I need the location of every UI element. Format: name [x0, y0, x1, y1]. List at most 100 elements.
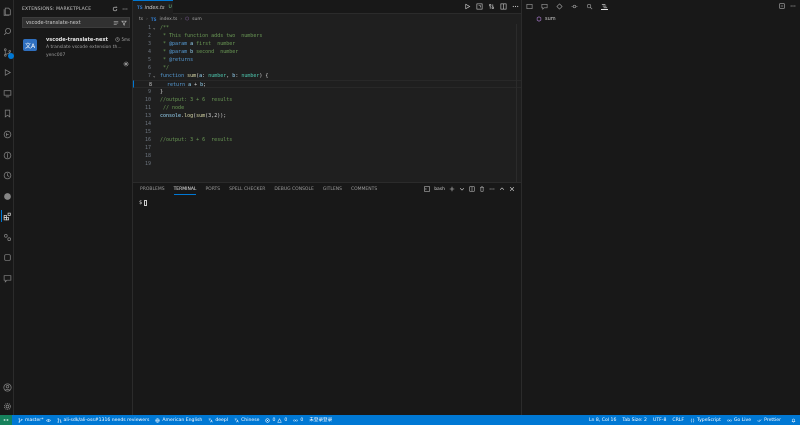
sidebar-title: EXTENSIONS: MARKETPLACE [22, 6, 92, 12]
chat-icon[interactable] [1, 272, 13, 284]
refresh-icon[interactable] [112, 6, 118, 12]
breadcrumb-file[interactable]: index.ts [160, 17, 178, 22]
split-editor-icon[interactable] [500, 3, 507, 10]
search-icon[interactable] [1, 25, 13, 37]
login-status[interactable]: 未登录登录 [309, 417, 332, 423]
run-debug-icon[interactable] [1, 66, 13, 78]
terminal-dropdown-icon[interactable] [459, 186, 465, 192]
tab-spell-checker[interactable]: SPELL CHECKER [229, 187, 265, 195]
prettier-status[interactable]: Prettier [757, 418, 781, 423]
filter-icon[interactable] [121, 20, 127, 26]
open-changes-icon[interactable] [476, 3, 483, 10]
account-icon[interactable] [1, 381, 13, 393]
database-icon[interactable] [1, 251, 13, 263]
git-graph-icon[interactable] [1, 149, 13, 161]
extensions-icon[interactable] [1, 210, 13, 222]
maximize-panel-icon[interactable] [499, 186, 505, 192]
extension-author: yenc007 [46, 53, 66, 58]
line-number: 10 [144, 97, 151, 103]
search-panel-icon[interactable] [586, 3, 593, 10]
code-line[interactable]: 15 [133, 128, 521, 136]
panel-actions: bash [424, 186, 515, 192]
end-of-line[interactable]: CRLF [672, 418, 684, 423]
code-line[interactable]: 5 * @returns [133, 56, 521, 64]
run-code-icon[interactable] [464, 3, 471, 10]
code-line[interactable]: 7 ⌄ function sum(a: number, b: number) { [133, 72, 521, 80]
language-mode[interactable]: TypeScript [690, 418, 721, 423]
commit-icon[interactable] [571, 3, 578, 10]
code-line[interactable]: 16 //output: 3 + 6 results [133, 136, 521, 144]
extension-search-input[interactable]: vscode-translate-next [22, 17, 130, 28]
breadcrumb-folder[interactable]: ts [139, 17, 143, 22]
source-control-icon[interactable] [1, 46, 14, 59]
outline-item-sum[interactable]: sum [536, 16, 556, 22]
notifications-icon[interactable] [791, 418, 796, 423]
tab-terminal[interactable]: TERMINAL [173, 187, 197, 195]
breadcrumb-symbol[interactable]: sum [192, 17, 202, 22]
code-line[interactable]: 3 * @param a first number [133, 40, 521, 48]
tab-debug-console[interactable]: DEBUG CONSOLE [274, 187, 313, 195]
explorer-icon[interactable] [1, 5, 13, 17]
new-terminal-icon[interactable] [449, 186, 455, 192]
outline-icon[interactable] [601, 3, 608, 10]
deepl-status[interactable]: deepl [208, 418, 228, 423]
fold-chevron-icon[interactable]: ⌄ [153, 24, 158, 32]
code-line[interactable]: 11 // node [133, 104, 521, 112]
code-line[interactable]: 6 */ [133, 64, 521, 72]
terminal-prompt-line[interactable]: $ [139, 200, 148, 206]
secondary-sidebar-tabs [526, 3, 608, 10]
code-line[interactable]: 8 return a + b; [133, 80, 521, 88]
testing-icon[interactable] [1, 190, 13, 202]
fold-chevron-icon[interactable]: ⌄ [153, 72, 158, 80]
code-line[interactable]: 2 * This function adds two numbers [133, 32, 521, 40]
clear-filter-icon[interactable] [113, 20, 119, 26]
cursor-position[interactable]: Ln 8, Col 16 [589, 418, 616, 423]
panel-more-icon[interactable] [489, 186, 495, 192]
code-line[interactable]: 18 [133, 152, 521, 160]
git-compare-icon[interactable] [488, 3, 495, 10]
timeline-icon[interactable] [1, 169, 13, 181]
secondary-more-icon[interactable] [790, 3, 796, 9]
bookmark-icon[interactable] [1, 107, 13, 119]
tab-gitlens[interactable]: GITLENS [323, 187, 342, 195]
tab-index-ts[interactable]: TS index.ts U [133, 0, 173, 14]
pull-request-status[interactable]: ali-sdk/ali-oss#1316 needs reviewers [57, 418, 149, 423]
git-branch[interactable]: master* [18, 418, 51, 423]
diamond-icon[interactable] [556, 3, 563, 10]
code-line[interactable]: 10 //output: 3 + 6 results [133, 96, 521, 104]
tab-problems[interactable]: PROBLEMS [140, 187, 165, 195]
code-editor[interactable]: 1 ⌄/** 2 * This function adds two numbers 3… [133, 24, 521, 168]
go-live-button[interactable]: Go Live [727, 418, 751, 423]
ports-count[interactable]: 0 [293, 418, 303, 423]
kill-terminal-icon[interactable] [479, 186, 485, 192]
code-line[interactable]: 14 [133, 120, 521, 128]
code-line[interactable]: 17 [133, 144, 521, 152]
code-line[interactable]: 13 console.log(sum(3,2)); [133, 112, 521, 120]
close-panel-icon[interactable] [509, 186, 515, 192]
spell-check-language[interactable]: American English [155, 418, 202, 423]
remote-explorer-icon[interactable] [1, 87, 13, 99]
code-line[interactable]: 4 * @param b second number [133, 48, 521, 56]
gitlens-icon[interactable] [1, 128, 13, 140]
collapse-all-icon[interactable] [779, 3, 785, 9]
translate-target[interactable]: Chinese [234, 418, 259, 423]
split-terminal-icon[interactable] [469, 186, 475, 192]
code-line[interactable]: 9} [133, 88, 521, 96]
remote-indicator-icon[interactable] [0, 415, 12, 425]
encoding[interactable]: UTF-8 [653, 418, 666, 423]
extension-gear-icon[interactable] [123, 52, 129, 67]
editor-more-icon[interactable] [512, 3, 519, 10]
copilot-icon[interactable] [526, 3, 533, 10]
tab-size[interactable]: Tab Size: 2 [622, 418, 647, 423]
docker-icon[interactable] [1, 231, 13, 243]
extension-list-item[interactable]: 文A vscode-translate-next 5ms A translate… [14, 36, 133, 67]
code-line[interactable]: 19 [133, 160, 521, 168]
manage-gear-icon[interactable] [1, 400, 13, 412]
chat-panel-icon[interactable] [541, 3, 548, 10]
problems-count[interactable]: 0 0 [265, 418, 287, 423]
tab-comments[interactable]: COMMENTS [351, 187, 377, 195]
more-actions-icon[interactable] [122, 6, 128, 12]
code-line[interactable]: 1 ⌄/** [133, 24, 521, 32]
terminal-shell-label[interactable]: bash [434, 187, 445, 192]
tab-ports[interactable]: PORTS [205, 187, 220, 195]
